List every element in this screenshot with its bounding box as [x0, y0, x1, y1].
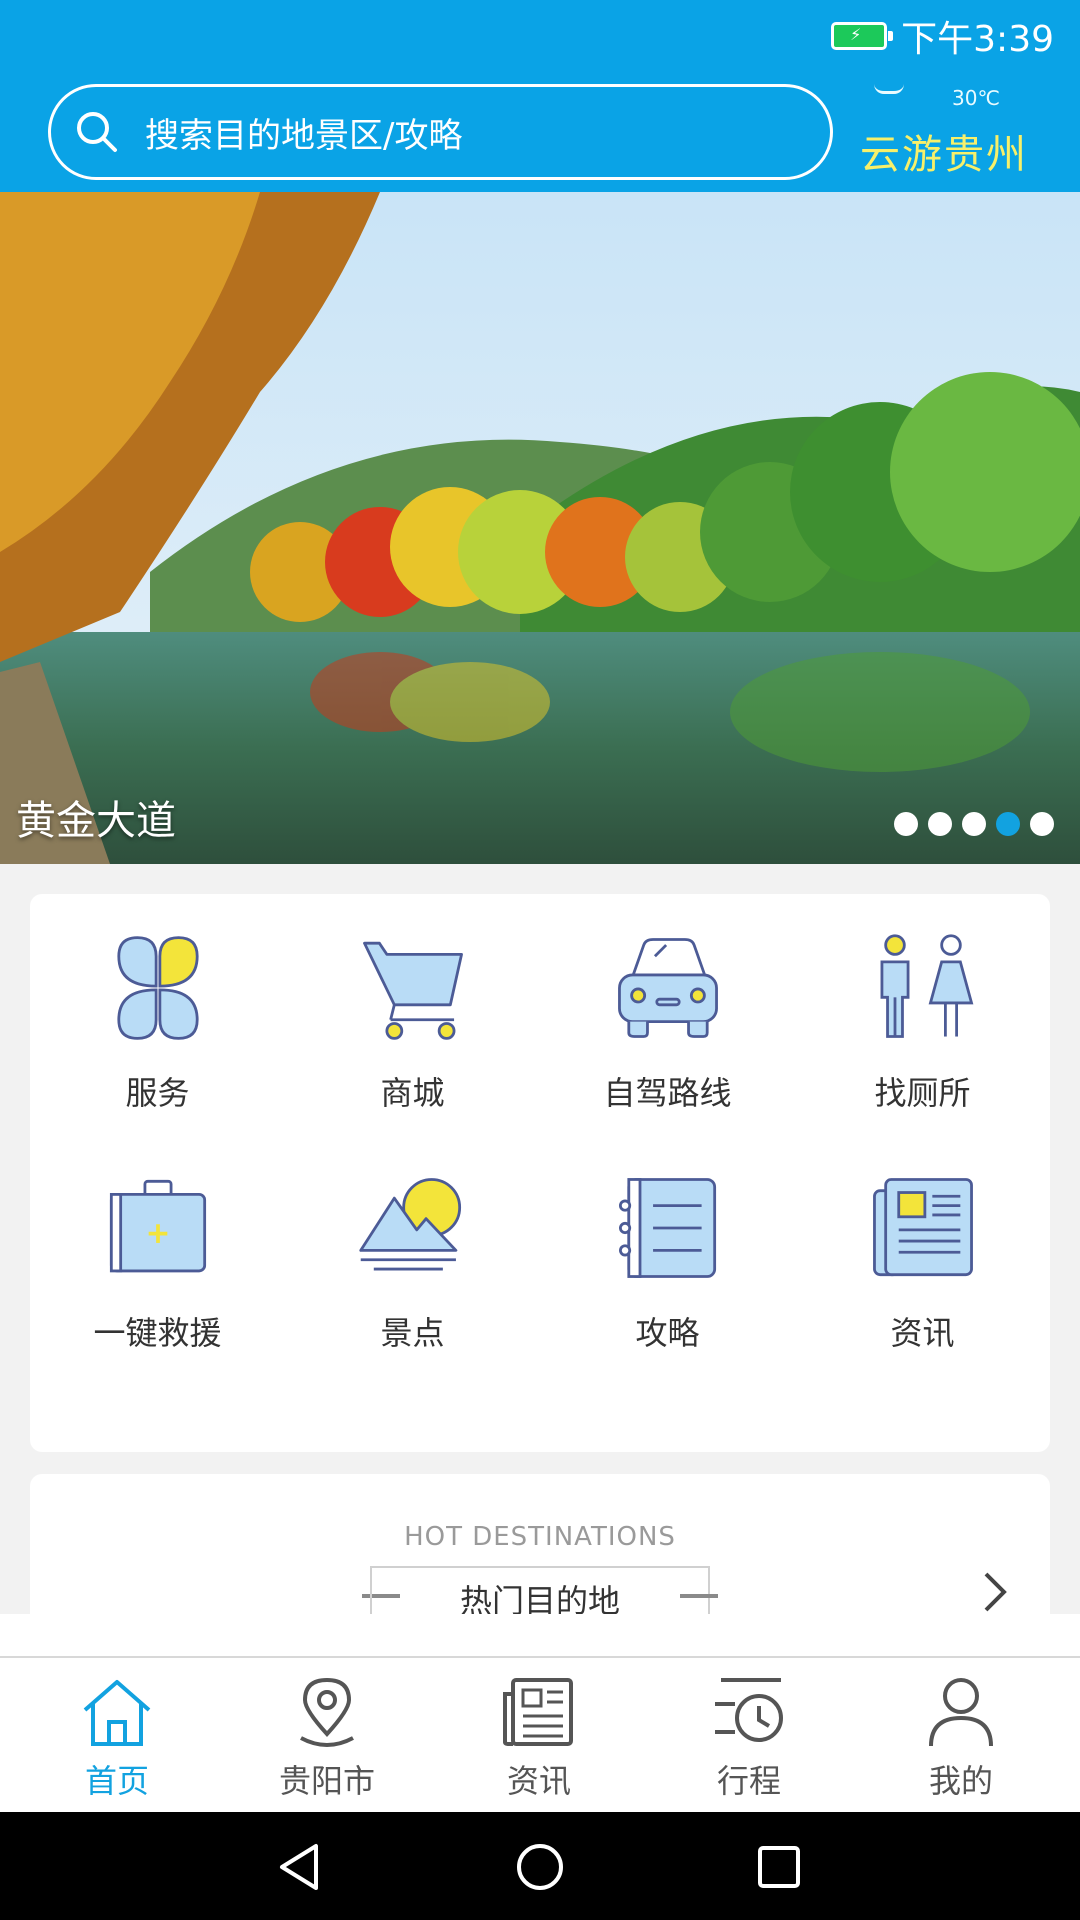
app-header: ⚡ 下午3:39 搜索目的地景区/攻略 30℃ 云游贵州 [0, 0, 1080, 192]
battery-icon: ⚡ [831, 22, 894, 50]
home-nav-icon[interactable] [515, 1842, 565, 1892]
hot-destinations-section: HOT DESTINATIONS 热门目的地 [30, 1474, 1050, 1614]
newspaper-icon [872, 1178, 973, 1277]
pagination-dot[interactable] [962, 812, 986, 836]
grid-item-label: 服务 [125, 1074, 190, 1112]
bottom-tab-bar: 首页 贵阳市 资讯 行程 我的 [0, 1614, 1080, 1812]
banner-pagination[interactable] [894, 812, 1054, 836]
grid-item-label: 资讯 [890, 1314, 955, 1352]
search-placeholder: 搜索目的地景区/攻略 [145, 115, 463, 156]
car-icon [617, 938, 718, 1038]
search-bar[interactable]: 搜索目的地景区/攻略 [48, 84, 833, 180]
grid-item-label: 一键救援 [93, 1314, 222, 1352]
grid-item-label: 攻略 [635, 1314, 700, 1352]
banner-image [0, 192, 1080, 864]
clover-icon [116, 936, 199, 1040]
chevron-right-icon[interactable] [980, 1570, 1010, 1614]
grid-item-service[interactable]: 服务 [30, 894, 285, 1114]
tab-label: 行程 [716, 1762, 781, 1800]
weather-temperature: 30℃ [952, 86, 1000, 110]
grid-item-restroom[interactable]: 找厕所 [795, 894, 1050, 1114]
brand-logo-text: 云游贵州 [860, 132, 1028, 178]
first-aid-icon [109, 1179, 206, 1273]
back-icon[interactable] [276, 1842, 326, 1892]
grid-item-mall[interactable]: 商城 [285, 894, 540, 1114]
grid-item-self-drive[interactable]: 自驾路线 [540, 894, 795, 1114]
hot-title-en: HOT DESTINATIONS [404, 1522, 676, 1552]
hot-title-zh: 热门目的地 [459, 1582, 620, 1614]
tab-label: 首页 [84, 1762, 149, 1800]
mountain-sun-icon [358, 1178, 461, 1271]
search-icon [77, 112, 117, 152]
pagination-dot[interactable] [1030, 812, 1054, 836]
hot-title-frame: 热门目的地 [370, 1566, 710, 1614]
grid-item-label: 自驾路线 [603, 1074, 732, 1112]
weather-brand[interactable]: 30℃ 云游贵州 [860, 84, 1060, 180]
pagination-dot[interactable] [928, 812, 952, 836]
home-icon [83, 1680, 151, 1746]
grid-item-news[interactable]: 资讯 [795, 1134, 1050, 1354]
grid-item-guides[interactable]: 攻略 [540, 1134, 795, 1354]
grid-item-attractions[interactable]: 景点 [285, 1134, 540, 1354]
grid-item-label: 景点 [380, 1314, 445, 1352]
system-navigation-bar [0, 1812, 1080, 1920]
tab-home[interactable]: 首页 [12, 1674, 222, 1804]
tab-city[interactable]: 贵阳市 [222, 1674, 432, 1804]
tab-news[interactable]: 资讯 [434, 1674, 644, 1804]
pagination-dot-active[interactable] [996, 812, 1020, 836]
tab-label: 我的 [928, 1762, 993, 1800]
news-icon [503, 1678, 573, 1746]
notebook-icon [618, 1178, 716, 1278]
itinerary-clock-icon [715, 1678, 783, 1742]
status-bar: ⚡ 下午3:39 [831, 14, 1054, 60]
person-icon [929, 1678, 993, 1747]
tab-label: 贵阳市 [278, 1762, 375, 1800]
weather-icon [874, 84, 904, 94]
title-dash-right [680, 1594, 718, 1598]
hero-banner[interactable]: 黄金大道 [0, 192, 1080, 864]
banner-caption: 黄金大道 [16, 798, 176, 844]
location-pin-icon [300, 1677, 354, 1747]
grid-item-label: 商城 [380, 1074, 445, 1112]
pagination-dot[interactable] [894, 812, 918, 836]
restroom-icon [880, 934, 973, 1038]
cart-icon [362, 941, 463, 1040]
grid-item-rescue[interactable]: 一键救援 [30, 1134, 285, 1354]
recents-icon[interactable] [754, 1842, 804, 1892]
feature-grid-card: 服务 商城 自驾路线 找厕所 一键救援 景点 攻略 资讯 [30, 894, 1050, 1452]
tabbar-divider [0, 1656, 1080, 1658]
grid-item-label: 找厕所 [874, 1074, 971, 1112]
status-time: 下午3:39 [901, 19, 1054, 60]
tab-mine[interactable]: 我的 [856, 1674, 1066, 1804]
tab-label: 资讯 [506, 1762, 571, 1800]
tab-itinerary[interactable]: 行程 [644, 1674, 854, 1804]
